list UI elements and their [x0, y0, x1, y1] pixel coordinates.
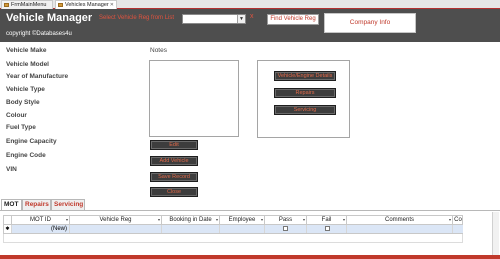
- col-booking-in-date[interactable]: Booking in Date ▾: [162, 216, 220, 224]
- col-employee[interactable]: Employee ▾: [220, 216, 265, 224]
- vehicle-engine-details-button[interactable]: Vehicle/Engine Details: [274, 71, 336, 81]
- label-engine-capacity: Engine Capacity: [6, 138, 57, 145]
- save-record-button[interactable]: Save Record: [150, 172, 198, 182]
- notes-label: Notes: [150, 47, 167, 54]
- document-tab-bar: FrmMainMenu Vehicles Manager ✕: [0, 0, 500, 9]
- company-info-button[interactable]: Company Info: [324, 13, 416, 33]
- tab-label: FrmMainMenu: [11, 2, 47, 8]
- cell-booking-in-date[interactable]: [162, 225, 220, 233]
- copyright-text: copyright ©Databases4u: [6, 31, 72, 37]
- col-label: Booking in Date: [169, 217, 212, 223]
- pass-checkbox[interactable]: [283, 226, 288, 231]
- label-vehicle-make: Vehicle Make: [6, 47, 47, 54]
- chevron-down-icon[interactable]: ▾: [343, 216, 345, 224]
- app-title: Vehicle Manager: [6, 12, 93, 24]
- servicing-button[interactable]: Servicing: [274, 105, 336, 115]
- label-vin: VIN: [6, 166, 17, 173]
- label-year-of-manufacture: Year of Manufacture: [6, 73, 69, 80]
- tab-label: Vehicles Manager: [65, 2, 109, 8]
- col-mot-id[interactable]: MOT ID ▾: [12, 216, 70, 224]
- chevron-down-icon[interactable]: ▾: [216, 216, 218, 224]
- repairs-button[interactable]: Repairs: [274, 88, 336, 98]
- tab-mot[interactable]: MOT: [1, 199, 22, 210]
- tab-vehicles-manager[interactable]: Vehicles Manager ✕: [55, 0, 117, 9]
- chevron-down-icon[interactable]: ▾: [261, 216, 263, 224]
- table-row[interactable]: ✱ (New): [3, 225, 463, 234]
- chevron-down-icon[interactable]: ▾: [66, 216, 68, 224]
- cell-vehicle-reg[interactable]: [70, 225, 162, 233]
- record-selector-header[interactable]: [4, 216, 12, 224]
- grid-header-row: MOT ID ▾ Vehicle Reg ▾ Booking in Date ▾ Em…: [3, 215, 463, 225]
- label-body-style: Body Style: [6, 99, 40, 106]
- cell-co[interactable]: [453, 225, 463, 233]
- col-label: Employee: [228, 217, 256, 223]
- mot-datasheet: MOT ID ▾ Vehicle Reg ▾ Booking in Date ▾ Em…: [0, 210, 500, 256]
- col-label: MOT ID: [30, 217, 51, 223]
- vertical-scrollbar[interactable]: [492, 212, 499, 256]
- label-vehicle-model: Vehicle Model: [6, 61, 49, 68]
- chevron-down-icon[interactable]: ▼: [237, 15, 245, 23]
- col-label: Vehicle Reg: [99, 217, 132, 223]
- col-label: Pass: [278, 217, 293, 223]
- clear-selection-button[interactable]: x: [250, 13, 254, 20]
- vehicle-reg-combo[interactable]: ▼: [182, 14, 246, 24]
- col-fail[interactable]: Fail ▾: [307, 216, 347, 224]
- cell-employee[interactable]: [220, 225, 265, 233]
- form-icon: [58, 3, 63, 7]
- col-label: Co: [454, 217, 462, 223]
- edit-button[interactable]: Edit: [150, 140, 198, 150]
- new-record-icon[interactable]: ✱: [4, 225, 12, 233]
- empty-row: [3, 234, 463, 243]
- label-colour: Colour: [6, 112, 27, 119]
- notes-textbox[interactable]: [149, 60, 239, 137]
- reg-select-label: Select Vehicle Reg from List: [99, 15, 175, 21]
- label-vehicle-type: Vehicle Type: [6, 86, 45, 93]
- form-header: Vehicle Manager copyright ©Databases4u S…: [0, 9, 500, 42]
- fail-checkbox[interactable]: [325, 226, 330, 231]
- tab-repairs[interactable]: Repairs: [22, 199, 51, 210]
- chevron-down-icon[interactable]: ▾: [449, 216, 451, 224]
- bottom-accent-bar: [0, 255, 500, 259]
- cell-mot-id[interactable]: (New): [12, 225, 70, 233]
- close-button[interactable]: Close: [150, 187, 198, 197]
- cell-pass[interactable]: [265, 225, 307, 233]
- cell-comments[interactable]: [347, 225, 453, 233]
- tab-servicing[interactable]: Servicing: [51, 199, 85, 210]
- find-vehicle-reg-button[interactable]: Find Vehicle Reg: [267, 14, 319, 25]
- col-comments[interactable]: Comments ▾: [347, 216, 453, 224]
- add-vehicle-button[interactable]: Add Vehicle: [150, 156, 198, 166]
- col-vehicle-reg[interactable]: Vehicle Reg ▾: [70, 216, 162, 224]
- chevron-down-icon[interactable]: ▾: [303, 216, 305, 224]
- chevron-down-icon[interactable]: ▾: [158, 216, 160, 224]
- cell-fail[interactable]: [307, 225, 347, 233]
- form-icon: [4, 3, 9, 7]
- col-label: Comments: [384, 217, 414, 223]
- tab-frm-main-menu[interactable]: FrmMainMenu: [1, 0, 53, 9]
- col-pass[interactable]: Pass ▾: [265, 216, 307, 224]
- label-fuel-type: Fuel Type: [6, 124, 36, 131]
- col-label: Fail: [321, 217, 332, 223]
- col-co[interactable]: Co: [453, 216, 463, 224]
- label-engine-code: Engine Code: [6, 152, 46, 159]
